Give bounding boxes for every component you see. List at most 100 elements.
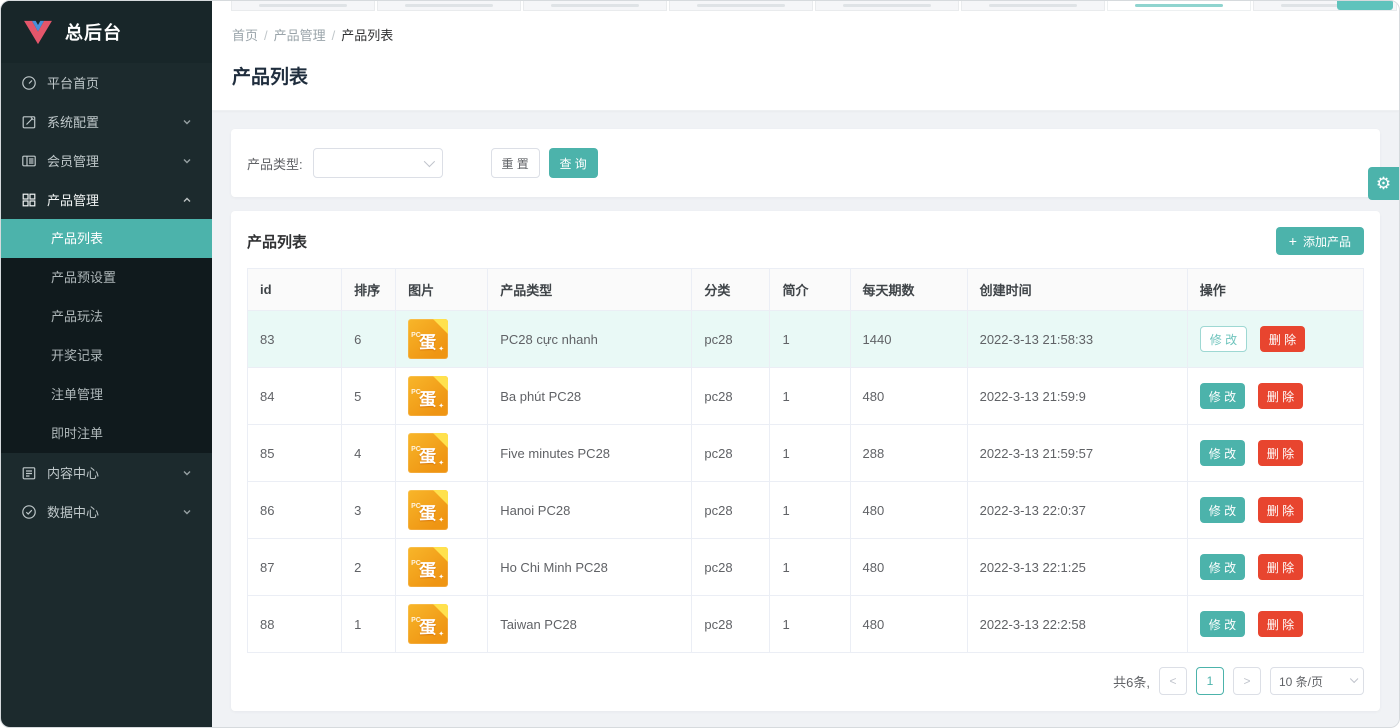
prev-page-button[interactable]: < <box>1159 667 1187 695</box>
content-icon <box>21 465 37 481</box>
cell-image: PC 蛋 ✦ <box>395 538 489 596</box>
sidebar-item-data-center[interactable]: 数据中心 <box>1 492 212 531</box>
add-product-button[interactable]: + 添加产品 <box>1275 227 1364 255</box>
sidebar-item-label: 平台首页 <box>47 76 100 91</box>
tab[interactable] <box>377 1 521 11</box>
query-button[interactable]: 查 询 <box>548 148 598 178</box>
cell-actions: 修 改 删 除 <box>1186 367 1365 425</box>
col-id: id <box>246 268 343 311</box>
chevron-down-icon <box>182 156 192 166</box>
col-image: 图片 <box>395 268 489 311</box>
delete-button[interactable]: 删 除 <box>1259 326 1306 352</box>
col-product-type: 产品类型 <box>487 268 693 311</box>
table-row: 88 1 PC 蛋 ✦ Taiwan PC28 pc28 1 480 2022-3-… <box>246 595 1365 653</box>
sidebar-item-product-management[interactable]: 产品管理 <box>1 180 212 219</box>
table-row: 85 4 PC 蛋 ✦ Five minutes PC28 pc28 1 288 2… <box>246 424 1365 482</box>
tab[interactable] <box>523 1 667 11</box>
chevron-down-icon <box>182 117 192 127</box>
edit-button[interactable]: 修 改 <box>1199 440 1246 466</box>
edit-icon <box>21 114 37 130</box>
col-sort: 排序 <box>341 268 397 311</box>
product-type-select[interactable] <box>312 148 443 178</box>
tab-active[interactable] <box>1107 1 1251 11</box>
cell-created: 2022-3-13 22:0:37 <box>966 481 1188 539</box>
pagination-total: 共6条, <box>1113 674 1150 690</box>
breadcrumb-home[interactable]: 首页 <box>232 25 268 44</box>
sidebar-subitem-live-bets[interactable]: 即时注单 <box>1 414 212 453</box>
settings-gear-button[interactable]: ⚙ <box>1368 167 1399 200</box>
chevron-down-icon <box>182 468 192 478</box>
cell-created: 2022-3-13 22:1:25 <box>966 538 1188 596</box>
cell-id: 85 <box>246 424 343 482</box>
product-image: PC 蛋 ✦ <box>408 376 449 416</box>
cell-id: 88 <box>246 595 343 653</box>
cell-id: 83 <box>246 310 343 368</box>
current-page-button[interactable]: 1 <box>1196 667 1224 695</box>
cell-category: pc28 <box>691 538 771 596</box>
tab[interactable] <box>961 1 1105 11</box>
cell-sort: 3 <box>341 481 397 539</box>
pagination: 共6条, < 1 > 10 条/页 <box>247 667 1364 695</box>
product-image: PC 蛋 ✦ <box>408 547 449 587</box>
sidebar-item-label: 会员管理 <box>47 154 100 169</box>
delete-button[interactable]: 删 除 <box>1257 383 1304 409</box>
sidebar-subitem-product-play[interactable]: 产品玩法 <box>1 297 212 336</box>
reset-button[interactable]: 重 置 <box>490 148 540 178</box>
sidebar-item-system-config[interactable]: 系统配置 <box>1 102 212 141</box>
chevron-down-icon <box>182 507 192 517</box>
cell-id: 87 <box>246 538 343 596</box>
cell-product-type: Ba phút PC28 <box>487 367 693 425</box>
sidebar-subitem-product-list[interactable]: 产品列表 <box>1 219 212 258</box>
edit-button[interactable]: 修 改 <box>1199 326 1248 352</box>
edit-button[interactable]: 修 改 <box>1199 383 1246 409</box>
tab-strip-action-button[interactable] <box>1337 1 1393 10</box>
sidebar-subitem-product-preset[interactable]: 产品预设置 <box>1 258 212 297</box>
edit-button[interactable]: 修 改 <box>1199 611 1246 637</box>
main-area: 首页 产品管理 产品列表 产品列表 产品类型: 重 置 查 询 产品列表 <box>212 1 1399 727</box>
cell-id: 86 <box>246 481 343 539</box>
product-image: PC 蛋 ✦ <box>408 433 449 473</box>
col-periods: 每天期数 <box>849 268 968 311</box>
cell-category: pc28 <box>691 595 771 653</box>
chevron-down-icon <box>423 155 435 168</box>
cell-created: 2022-3-13 22:2:58 <box>966 595 1188 653</box>
sidebar-item-label: 系统配置 <box>47 115 100 130</box>
breadcrumb-product-management[interactable]: 产品管理 <box>274 25 336 44</box>
cell-category: pc28 <box>691 367 771 425</box>
delete-button[interactable]: 删 除 <box>1257 497 1304 523</box>
sidebar-item-member-management[interactable]: 会员管理 <box>1 141 212 180</box>
edit-button[interactable]: 修 改 <box>1199 497 1246 523</box>
breadcrumb-current: 产品列表 <box>341 28 394 43</box>
next-page-button[interactable]: > <box>1233 667 1261 695</box>
cell-image: PC 蛋 ✦ <box>395 481 489 539</box>
delete-button[interactable]: 删 除 <box>1257 611 1304 637</box>
tab[interactable] <box>231 1 375 11</box>
cell-created: 2022-3-13 21:58:33 <box>966 310 1188 368</box>
sidebar-item-platform-home[interactable]: 平台首页 <box>1 63 212 102</box>
cell-image: PC 蛋 ✦ <box>395 367 489 425</box>
card-title: 产品列表 <box>247 233 308 251</box>
sidebar-subitem-bet-management[interactable]: 注单管理 <box>1 375 212 414</box>
cell-intro: 1 <box>769 310 851 368</box>
cell-periods: 480 <box>849 595 968 653</box>
edit-button[interactable]: 修 改 <box>1199 554 1246 580</box>
delete-button[interactable]: 删 除 <box>1257 554 1304 580</box>
page-size-select[interactable]: 10 条/页 <box>1270 667 1364 695</box>
table-row: 83 6 PC 蛋 ✦ PC28 cực nhanh pc28 1 1440 202… <box>246 310 1365 368</box>
cell-actions: 修 改 删 除 <box>1186 595 1365 653</box>
col-category: 分类 <box>691 268 771 311</box>
product-list-card: 产品列表 + 添加产品 id 排序 图片 产品类型 分类 简介 每天期数 创建时… <box>231 211 1380 711</box>
sidebar-subitem-draw-records[interactable]: 开奖记录 <box>1 336 212 375</box>
tab[interactable] <box>815 1 959 11</box>
app-logo: 总后台 <box>1 1 212 63</box>
vue-logo-icon <box>24 20 52 45</box>
cell-image: PC 蛋 ✦ <box>395 424 489 482</box>
cell-id: 84 <box>246 367 343 425</box>
sidebar-item-content-center[interactable]: 内容中心 <box>1 453 212 492</box>
delete-button[interactable]: 删 除 <box>1257 440 1304 466</box>
cell-actions: 修 改 删 除 <box>1186 310 1365 368</box>
cell-periods: 480 <box>849 367 968 425</box>
sidebar-item-label: 数据中心 <box>47 505 100 520</box>
cell-sort: 6 <box>341 310 397 368</box>
tab[interactable] <box>669 1 813 11</box>
